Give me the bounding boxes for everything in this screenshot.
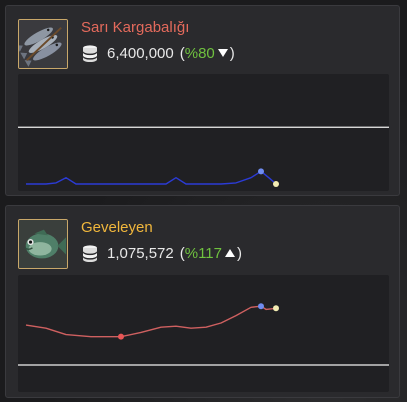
market-panel: Sarı Kargabalığı 6,400,000 ( %80 ) Gevel… [0, 0, 407, 402]
percent-value: %117 [184, 244, 222, 262]
item-name: Geveleyen [81, 219, 153, 236]
price-value: 1,075,572 [107, 244, 174, 262]
percent-value: %80 [184, 44, 215, 62]
coin-stack-icon [81, 44, 99, 62]
price-point-marker [258, 303, 264, 310]
item-name: Sarı Kargabalığı [81, 19, 190, 36]
price-value: 6,400,000 [107, 44, 174, 62]
item-card[interactable]: Geveleyen 1,075,572 ( %117 ) [5, 205, 400, 398]
coin-stack-icon [81, 244, 99, 262]
price-row: 1,075,572 ( %117 ) [81, 243, 242, 263]
price-point-marker [258, 168, 264, 175]
fish-icon [18, 219, 68, 269]
price-history-chart [18, 74, 389, 191]
price-point-marker [273, 180, 279, 187]
triangle-down-icon [217, 48, 228, 58]
sardines-icon [18, 19, 68, 69]
price-point-marker [273, 305, 279, 312]
triangle-up-icon [225, 248, 235, 258]
price-row: 6,400,000 ( %80 ) [81, 43, 235, 63]
item-card[interactable]: Sarı Kargabalığı 6,400,000 ( %80 ) [5, 5, 400, 196]
price-history-chart [18, 275, 389, 392]
price-line [25, 305, 277, 338]
price-point-marker [118, 333, 124, 340]
price-line [26, 170, 277, 185]
close-paren: ) [229, 44, 235, 62]
close-paren: ) [237, 244, 242, 262]
